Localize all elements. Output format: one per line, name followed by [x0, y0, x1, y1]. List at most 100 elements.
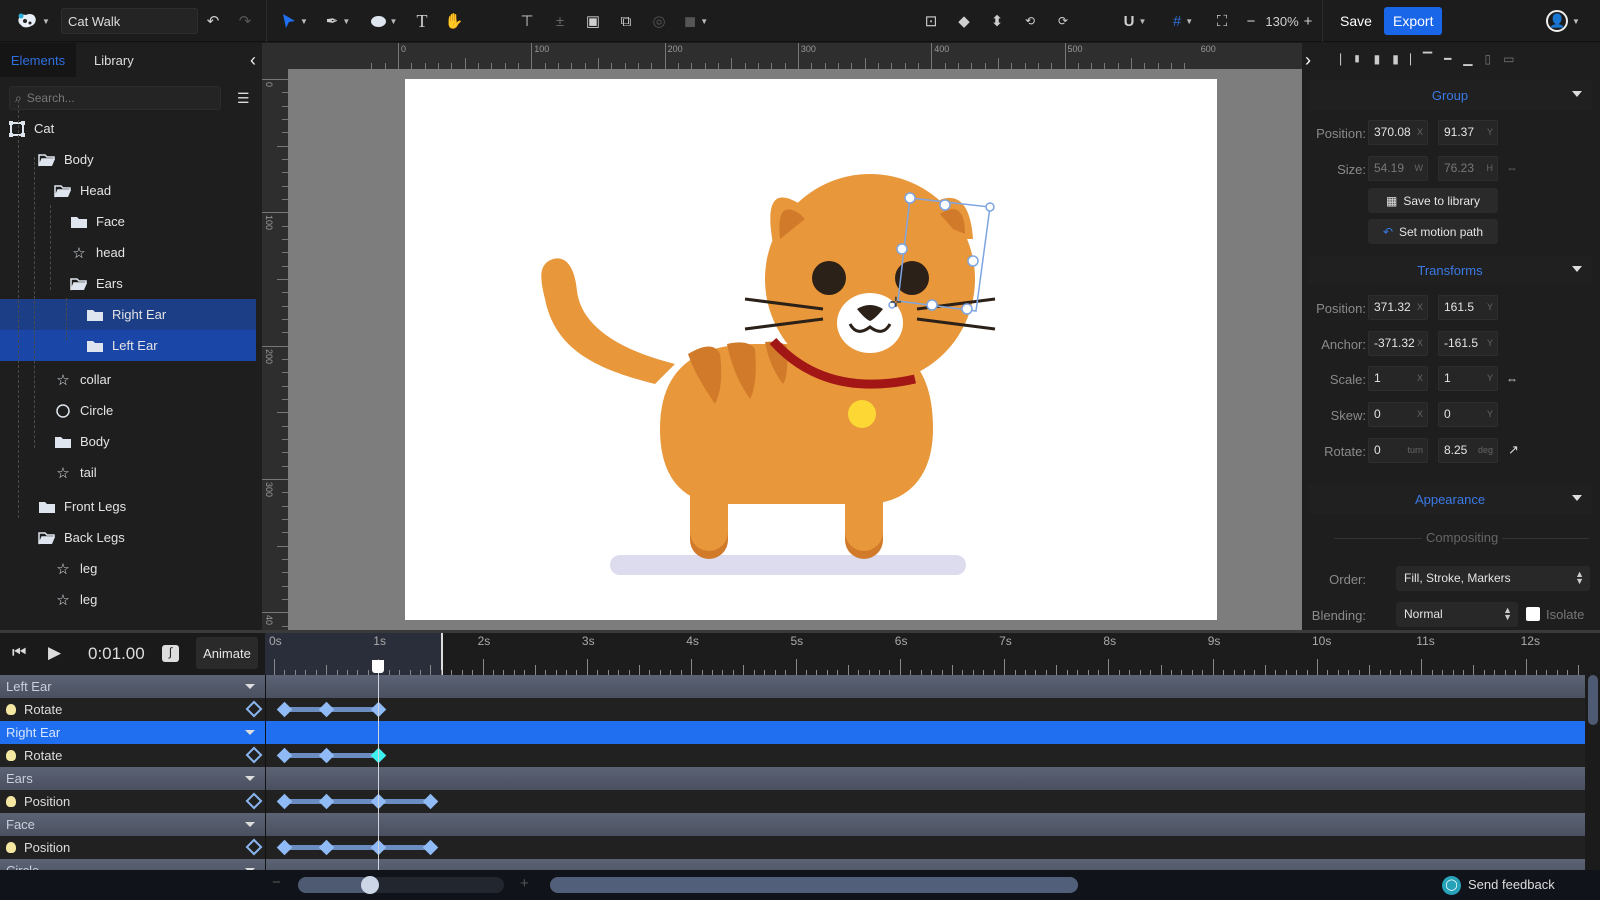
timeline-zoom-out[interactable]: −	[272, 874, 281, 891]
add-keyframe-icon[interactable]	[245, 746, 263, 764]
blending-select[interactable]: Normal ▲ ▼	[1396, 602, 1518, 627]
lightbulb-icon[interactable]	[6, 796, 16, 807]
timeline-property-row[interactable]: Rotate	[0, 744, 1585, 767]
timeline-zoom-in[interactable]: +	[520, 875, 529, 892]
timeline-group-row[interactable]: Face	[0, 813, 1585, 836]
timeline-group-row[interactable]: Left Ear	[0, 675, 1585, 698]
tree-item[interactable]: Ears	[0, 268, 262, 299]
pen-tool-button[interactable]: ✒ ▼	[320, 8, 356, 34]
keyframe[interactable]	[318, 793, 335, 810]
select-tool-button[interactable]: ▼	[278, 8, 312, 34]
timeline-group-row[interactable]: Ears	[0, 767, 1585, 790]
skew-second-field[interactable]: 0Y	[1438, 402, 1498, 427]
tree-item[interactable]: Body	[0, 426, 262, 457]
tree-item[interactable]: ☆ tail	[0, 457, 262, 488]
distribute-h-icon[interactable]: ▯	[1485, 52, 1492, 67]
tree-item[interactable]: Head	[0, 175, 262, 206]
current-time[interactable]: 0:01.00	[88, 644, 145, 664]
keyframe[interactable]	[277, 701, 293, 718]
rotate-first-field[interactable]: 0 turn	[1368, 438, 1428, 463]
rotate-cw-button[interactable]: ⟳	[1053, 8, 1073, 34]
group-section-header[interactable]: Group	[1308, 80, 1592, 110]
position-first-field[interactable]: 371.32 X	[1368, 295, 1428, 320]
link-size-button[interactable]: ⇔	[1506, 161, 1518, 175]
tree-item[interactable]: Right Ear	[0, 299, 256, 330]
isolate-checkbox[interactable]	[1526, 607, 1540, 621]
undo-button[interactable]: ↶	[202, 8, 224, 34]
timeline-ruler[interactable]: 0s 1s 2s 3s 4s 5s 6s 7s 8s 9s 10s 11s 12s	[265, 633, 1600, 675]
app-menu-button[interactable]: ▼	[14, 8, 52, 34]
group-size-h-field[interactable]: 76.23 H	[1438, 156, 1498, 181]
keyframe[interactable]	[423, 793, 439, 810]
work-area-end-handle[interactable]	[441, 633, 443, 675]
tree-item[interactable]: ☆ leg	[0, 584, 262, 615]
play-button[interactable]: ▶	[48, 643, 61, 663]
chevron-down-icon[interactable]	[245, 776, 255, 781]
user-menu-button[interactable]: 👤 ▼	[1540, 8, 1586, 34]
slider-thumb[interactable]	[361, 876, 380, 894]
tab-elements[interactable]: Elements	[0, 43, 76, 77]
work-area-range[interactable]	[265, 633, 441, 675]
zoom-out-button[interactable]: −	[1244, 8, 1258, 34]
hand-tool-button[interactable]: ✋	[444, 8, 464, 34]
scale-second-field[interactable]: 1Y	[1438, 366, 1498, 391]
tree-item[interactable]: ☆ collar	[0, 364, 262, 395]
artboard[interactable]: ✛	[405, 79, 1217, 620]
redo-button[interactable]: ↷	[234, 8, 256, 34]
sort-button[interactable]: ☰	[237, 90, 250, 107]
save-to-library-button[interactable]: ▦ Save to library	[1368, 188, 1498, 213]
group-position-y-field[interactable]: 91.37 Y	[1438, 120, 1498, 145]
align-center-h-icon[interactable]: ▮	[1374, 52, 1381, 67]
fit-screen-button[interactable]: ⛶	[1212, 8, 1232, 34]
rotate-ccw-button[interactable]: ⟲	[1020, 8, 1040, 34]
keyframe[interactable]	[423, 839, 439, 856]
flip-vertical-button[interactable]: ⬍	[987, 8, 1007, 34]
zoom-in-button[interactable]: +	[1302, 8, 1314, 34]
align-right-icon[interactable]: ▮⎹	[1392, 52, 1411, 67]
grid-button[interactable]: # ▼	[1166, 8, 1200, 34]
keyframe[interactable]	[277, 839, 293, 856]
keyframe[interactable]	[318, 747, 335, 764]
keyframe[interactable]	[318, 839, 335, 856]
snap-button[interactable]: U ▼	[1118, 8, 1152, 34]
search-input[interactable]: ⌕ Search...	[9, 86, 221, 110]
timeline-group-row[interactable]: Circle	[0, 859, 1585, 870]
tab-library[interactable]: Library	[94, 43, 134, 77]
easing-button[interactable]: ∫	[162, 645, 179, 662]
scrollbar-thumb[interactable]	[1588, 675, 1598, 725]
align-top-icon[interactable]: ▔	[1423, 52, 1432, 67]
transforms-section-header[interactable]: Transforms	[1308, 255, 1592, 285]
group-position-x-field[interactable]: 370.08 X	[1368, 120, 1428, 145]
expand-panel-button[interactable]: ›	[1305, 50, 1311, 71]
timeline-property-row[interactable]: Position	[0, 836, 1585, 859]
anchor-first-field[interactable]: -371.32 X	[1368, 331, 1428, 356]
add-keyframe-icon[interactable]	[245, 838, 263, 856]
group-button[interactable]: ▣	[583, 8, 603, 34]
keyframe[interactable]	[277, 793, 293, 810]
distribute-v-icon[interactable]: ▭	[1503, 52, 1514, 67]
group-size-w-field[interactable]: 54.19 W	[1368, 156, 1428, 181]
timeline-vertical-scrollbar[interactable]	[1585, 675, 1600, 870]
tree-item[interactable]: Left Ear	[0, 330, 256, 361]
position-second-field[interactable]: 161.5 Y	[1438, 295, 1498, 320]
keyframe[interactable]	[318, 701, 335, 718]
set-motion-path-button[interactable]: ↶ Set motion path	[1368, 219, 1498, 244]
flip-horizontal-button[interactable]: ◆	[954, 8, 974, 34]
chevron-down-icon[interactable]	[245, 684, 255, 689]
chevron-down-icon[interactable]	[245, 730, 255, 735]
align-bottom-icon[interactable]: ▁	[1463, 52, 1472, 67]
rotate-handle-button[interactable]: ↗	[1508, 442, 1519, 458]
align-left-icon[interactable]: ⎸▮	[1340, 52, 1362, 67]
animate-button[interactable]: Animate	[196, 637, 258, 669]
skew-first-field[interactable]: 0X	[1368, 402, 1428, 427]
tree-item[interactable]: Body	[0, 144, 262, 175]
go-to-start-button[interactable]: ⏮	[12, 644, 26, 662]
timeline-property-row[interactable]: Position	[0, 790, 1585, 813]
lightbulb-icon[interactable]	[6, 750, 16, 761]
tree-item[interactable]: ☆ head	[0, 237, 262, 268]
tree-item[interactable]: Front Legs	[0, 491, 262, 522]
tree-item[interactable]: ☆ leg	[0, 553, 262, 584]
save-button[interactable]: Save	[1334, 9, 1378, 33]
zoom-level[interactable]: 130%	[1262, 8, 1302, 34]
appearance-section-header[interactable]: Appearance	[1308, 484, 1592, 514]
